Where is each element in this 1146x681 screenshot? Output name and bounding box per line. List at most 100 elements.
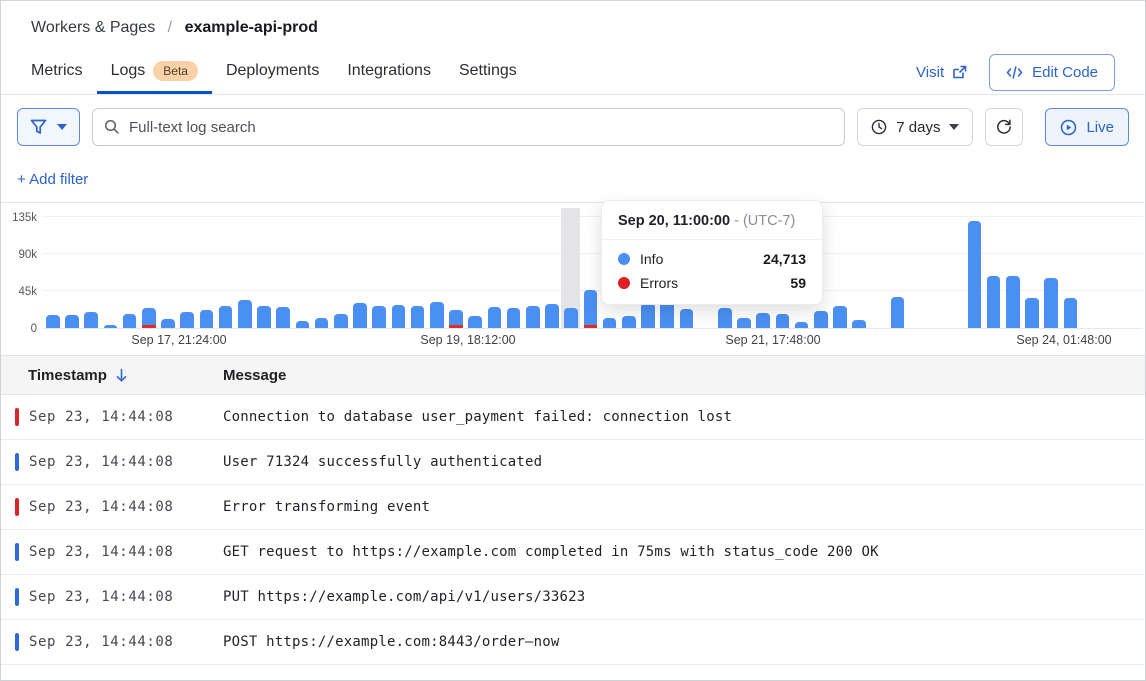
header-actions: Visit Edit Code — [916, 54, 1115, 91]
external-link-icon — [952, 65, 967, 80]
chart-bar[interactable] — [680, 309, 694, 328]
chart-tooltip: Sep 20, 11:00:00 - (UTC-7) Info 24,713 E… — [601, 200, 823, 305]
breadcrumb-current-worker: example-api-prod — [185, 19, 318, 36]
chart-bar[interactable] — [852, 320, 866, 328]
chart-bar[interactable] — [430, 302, 444, 328]
workers-logs-page: Workers & Pages / example-api-prod Metri… — [0, 0, 1146, 681]
breadcrumb-workers-pages[interactable]: Workers & Pages — [31, 19, 155, 36]
refresh-icon — [995, 118, 1013, 136]
chart-bar[interactable] — [737, 318, 751, 328]
filter-dropdown-button[interactable] — [17, 108, 80, 146]
chart-plot-area[interactable]: Sep 17, 21:24:00Sep 19, 18:12:00Sep 21, … — [43, 214, 1143, 329]
chart-bar[interactable] — [1044, 278, 1058, 328]
table-row[interactable]: Sep 23, 14:44:08Connection to database u… — [1, 395, 1145, 440]
log-timestamp: Sep 23, 14:44:08 — [29, 634, 223, 650]
info-dot-icon — [618, 253, 630, 265]
chart-bar[interactable] — [180, 312, 194, 328]
search-icon — [104, 119, 120, 135]
chart-bar[interactable] — [65, 315, 79, 328]
chart-bar[interactable] — [296, 321, 310, 328]
chart-bar[interactable] — [334, 314, 348, 328]
log-table-header: Timestamp Message — [1, 355, 1145, 395]
chart-bar[interactable] — [353, 303, 367, 328]
chart-bar[interactable] — [622, 316, 636, 328]
log-message: POST https://example.com:8443/order–now — [223, 634, 560, 650]
chevron-down-icon — [949, 124, 959, 130]
chart-bar[interactable] — [84, 312, 98, 328]
y-axis-tick: 90k — [18, 249, 37, 261]
table-row[interactable]: Sep 23, 14:44:08POST https://example.com… — [1, 620, 1145, 665]
info-level-indicator — [15, 633, 19, 651]
tab-logs[interactable]: Logs Beta — [97, 51, 212, 94]
chart-bar[interactable] — [372, 306, 386, 328]
tooltip-divider — [602, 239, 822, 240]
timestamp-column-header[interactable]: Timestamp — [1, 367, 223, 384]
chart-bar[interactable] — [795, 322, 809, 328]
chart-bar[interactable] — [891, 297, 905, 328]
log-search-input[interactable] — [92, 108, 845, 146]
chart-bar[interactable] — [104, 325, 118, 328]
table-row[interactable]: Sep 23, 14:44:08PUT https://example.com/… — [1, 575, 1145, 620]
chart-bar[interactable] — [564, 308, 578, 328]
chart-bar[interactable] — [987, 276, 1001, 328]
table-row[interactable]: Sep 23, 14:44:08User 71324 successfully … — [1, 440, 1145, 485]
chart-bar[interactable] — [219, 306, 233, 328]
chart-bar[interactable] — [507, 308, 521, 329]
x-axis-tick: Sep 21, 17:48:00 — [725, 333, 820, 347]
chart-bar[interactable] — [718, 308, 732, 329]
log-timestamp: Sep 23, 14:44:08 — [29, 409, 223, 425]
chart-bar[interactable] — [161, 319, 175, 328]
visit-link[interactable]: Visit — [916, 64, 967, 81]
chart-bar[interactable] — [641, 303, 655, 328]
edit-code-button[interactable]: Edit Code — [989, 54, 1115, 91]
add-filter-button[interactable]: + Add filter — [17, 171, 88, 188]
chart-bar[interactable] — [1064, 298, 1078, 328]
chart-bar[interactable] — [411, 306, 425, 328]
chart-y-axis: 045k90k135k — [1, 214, 37, 329]
gridline — [43, 216, 1143, 217]
chart-bar[interactable] — [776, 314, 790, 328]
breadcrumb: Workers & Pages / example-api-prod — [1, 19, 1145, 37]
live-button[interactable]: Live — [1045, 108, 1129, 146]
tab-deployments[interactable]: Deployments — [212, 51, 333, 94]
log-message: Error transforming event — [223, 499, 430, 515]
chart-bar[interactable] — [584, 290, 598, 328]
chart-bar[interactable] — [257, 306, 271, 328]
sort-descending-icon[interactable] — [115, 368, 128, 383]
chart-bar[interactable] — [468, 316, 482, 328]
chart-bar[interactable] — [315, 318, 329, 328]
tab-integrations[interactable]: Integrations — [333, 51, 445, 94]
table-row[interactable]: Sep 23, 14:44:08GET request to https://e… — [1, 530, 1145, 575]
chart-bar[interactable] — [814, 311, 828, 328]
time-range-dropdown[interactable]: 7 days — [857, 108, 973, 146]
tab-bar: Metrics Logs Beta Deployments Integratio… — [17, 51, 531, 94]
error-level-indicator — [15, 498, 19, 516]
tab-metrics[interactable]: Metrics — [17, 51, 97, 94]
chart-bar[interactable] — [46, 315, 60, 328]
chart-bar[interactable] — [238, 300, 252, 328]
refresh-button[interactable] — [985, 108, 1023, 146]
breadcrumb-separator: / — [168, 19, 172, 36]
search-wrap — [92, 108, 845, 146]
chart-bar[interactable] — [200, 310, 214, 328]
chart-bar[interactable] — [1006, 276, 1020, 328]
chart-bar[interactable] — [392, 305, 406, 328]
chart-bar-error-segment — [584, 325, 598, 328]
tab-settings[interactable]: Settings — [445, 51, 531, 94]
info-level-indicator — [15, 543, 19, 561]
chart-bar[interactable] — [526, 306, 540, 328]
chart-bar[interactable] — [123, 314, 137, 328]
chart-bar[interactable] — [1025, 298, 1039, 328]
log-table-body: Sep 23, 14:44:08Connection to database u… — [1, 395, 1145, 665]
chart-bar[interactable] — [833, 306, 847, 328]
table-row[interactable]: Sep 23, 14:44:08Error transforming event — [1, 485, 1145, 530]
chart-bar[interactable] — [276, 307, 290, 328]
chart-bar[interactable] — [756, 313, 770, 328]
chart-bar[interactable] — [545, 304, 559, 328]
message-column-header[interactable]: Message — [223, 367, 1145, 384]
chart-bar[interactable] — [488, 307, 502, 328]
chart-bar[interactable] — [603, 318, 617, 328]
tooltip-errors-row: Errors 59 — [618, 275, 806, 291]
chart-bar[interactable] — [968, 221, 982, 328]
tooltip-timestamp: Sep 20, 11:00:00 - (UTC-7) — [618, 213, 806, 229]
